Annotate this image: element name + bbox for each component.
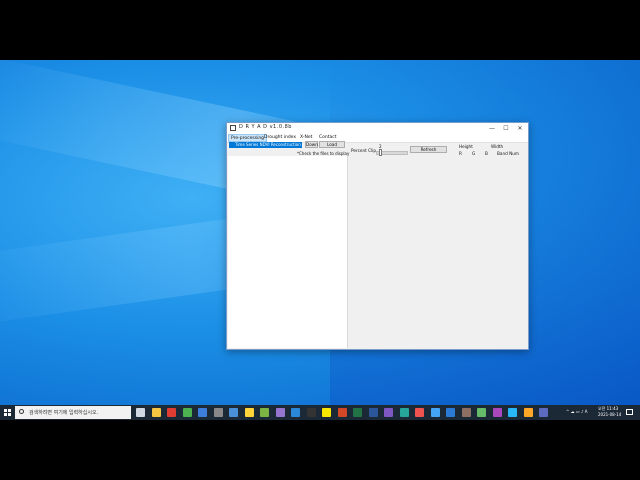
vscode-icon[interactable] — [446, 408, 455, 417]
app-icon[interactable] — [399, 408, 409, 417]
python-icon[interactable] — [244, 408, 254, 417]
minimize-button[interactable]: — — [485, 123, 499, 134]
taskbar-search[interactable]: 검색하려면 여기에 입력하십시오. — [15, 406, 131, 419]
processing-type-select[interactable]: Time Series NDVI Reconstruction — [229, 142, 302, 148]
title-bar[interactable]: D R Y A D v1.0.8b — ☐ ✕ — [227, 123, 528, 134]
visual-studio-icon[interactable] — [384, 408, 393, 417]
excel-icon[interactable] — [353, 408, 362, 417]
app-icon[interactable] — [430, 408, 440, 417]
width-label: Width — [491, 144, 504, 149]
window-icon[interactable] — [229, 408, 238, 417]
r-band-label: R — [459, 151, 462, 156]
close-button[interactable]: ✕ — [513, 123, 527, 134]
tab-drought-index[interactable]: Drought index — [262, 134, 298, 142]
task-view-icon[interactable] — [136, 408, 145, 417]
g-band-label: G — [472, 151, 476, 156]
file-list[interactable] — [228, 156, 348, 348]
app-icon[interactable] — [477, 408, 486, 417]
down-button[interactable]: Down — [305, 141, 318, 148]
maximize-button[interactable]: ☐ — [499, 123, 513, 134]
percent-clip-slider-thumb[interactable] — [379, 149, 382, 156]
pane-divider — [347, 156, 348, 348]
windows-logo-icon — [4, 409, 11, 416]
terminal-icon[interactable] — [306, 408, 316, 417]
chrome-icon[interactable] — [182, 408, 192, 417]
percent-clip-label: Percent Clip — [351, 148, 376, 153]
app-icon[interactable] — [260, 408, 269, 417]
word-icon[interactable] — [368, 408, 378, 417]
search-icon — [19, 409, 24, 414]
taskbar: 검색하려면 여기에 입력하십시오. ^ ☁ ▭ ♪ A 오전 11:43 202… — [0, 405, 640, 420]
start-button[interactable] — [0, 405, 14, 420]
calculator-icon[interactable] — [213, 408, 223, 417]
app-icon[interactable] — [275, 408, 285, 417]
edge-icon[interactable] — [291, 408, 300, 417]
app-icon — [230, 125, 236, 131]
app-icon[interactable] — [492, 408, 502, 417]
dryad-icon[interactable] — [539, 408, 548, 417]
letterbox-top — [0, 0, 640, 60]
app-icon[interactable] — [523, 408, 533, 417]
clock-date[interactable]: 2021-08-14 — [598, 412, 621, 417]
search-placeholder: 검색하려면 여기에 입력하십시오. — [29, 410, 99, 416]
opera-icon[interactable] — [167, 408, 176, 417]
band-num-label: Band Num — [497, 151, 519, 156]
b-band-label: B — [485, 151, 488, 156]
dryad-window: D R Y A D v1.0.8b — ☐ ✕ Pre-processing D… — [226, 122, 529, 350]
window-title: D R Y A D v1.0.8b — [239, 124, 292, 130]
height-label: Height — [459, 144, 473, 149]
app-icon[interactable] — [415, 408, 424, 417]
powerpoint-icon[interactable] — [337, 408, 347, 417]
letterbox-bottom — [0, 420, 640, 480]
notification-icon[interactable] — [626, 409, 633, 415]
file-explorer-icon[interactable] — [151, 408, 161, 417]
refresh-button[interactable]: Refresh — [410, 146, 447, 153]
app-icon[interactable] — [461, 408, 471, 417]
mail-icon[interactable] — [198, 408, 207, 417]
tray-icons[interactable]: ^ ☁ ▭ ♪ A — [566, 409, 588, 414]
load-button[interactable]: Load — [319, 141, 345, 148]
app-icon[interactable] — [508, 408, 517, 417]
kakaotalk-icon[interactable] — [322, 408, 331, 417]
